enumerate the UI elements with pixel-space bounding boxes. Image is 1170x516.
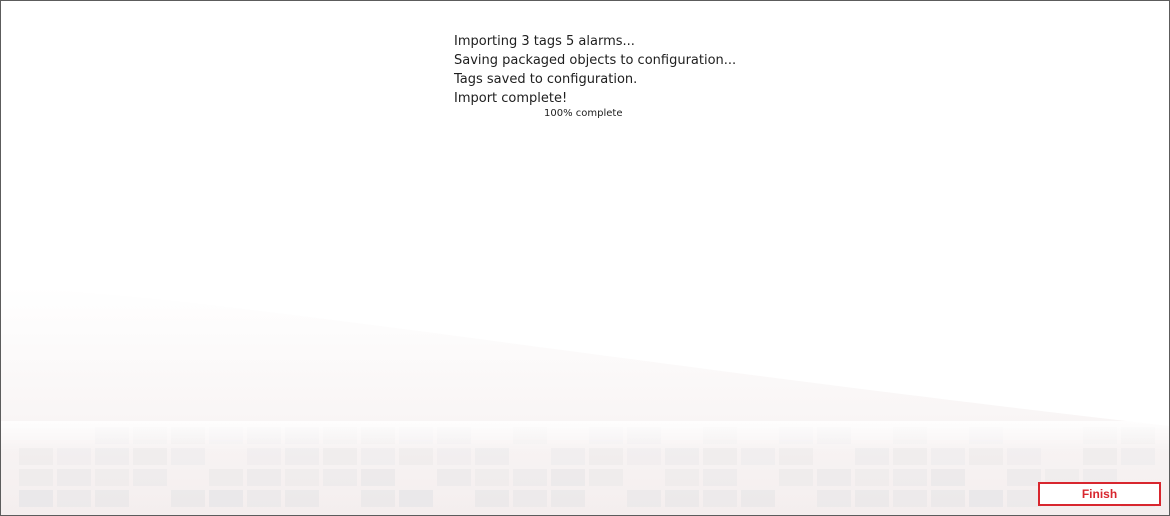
background-tile [703, 469, 737, 486]
background-tile [513, 469, 547, 486]
background-tile [209, 490, 243, 507]
background-tile [551, 490, 585, 507]
background-tile [95, 469, 129, 486]
background-tile [551, 469, 585, 486]
background-tile [323, 469, 357, 486]
background-tile [437, 469, 471, 486]
background-tile [779, 469, 813, 486]
background-tile [703, 490, 737, 507]
background-tile [627, 490, 661, 507]
status-line-saving: Saving packaged objects to configuration… [454, 53, 737, 68]
background-tile [855, 469, 889, 486]
finish-button[interactable]: Finish [1038, 482, 1161, 506]
background-tile [361, 490, 395, 507]
tile-fade-overlay [1, 421, 1169, 451]
background-tile [817, 469, 851, 486]
background-tile [969, 490, 1003, 507]
background-tile [247, 469, 281, 486]
background-tile [285, 469, 319, 486]
background-tile [57, 469, 91, 486]
import-dialog: Importing 3 tags 5 alarms... Saving pack… [0, 0, 1170, 516]
background-tile [665, 490, 699, 507]
background-tile [893, 469, 927, 486]
background-tile [285, 490, 319, 507]
background-tile [95, 490, 129, 507]
background-tile [931, 469, 965, 486]
background-tile [589, 469, 623, 486]
background-tile [133, 469, 167, 486]
background-tile [19, 469, 53, 486]
status-line-import-complete: Import complete! [454, 91, 568, 106]
status-line-tags-saved: Tags saved to configuration. [454, 72, 638, 87]
background-tile [171, 490, 205, 507]
background-tile [209, 469, 243, 486]
background-tile [361, 469, 395, 486]
background-tile [665, 469, 699, 486]
background-tile [475, 490, 509, 507]
background-tile [855, 490, 889, 507]
background-tile [57, 490, 91, 507]
background-tile [817, 490, 851, 507]
background-tile [1007, 469, 1041, 486]
progress-text: 100% complete [544, 108, 623, 119]
background-tiles [1, 421, 1169, 507]
status-line-importing: Importing 3 tags 5 alarms... [454, 34, 635, 49]
background-tile [893, 490, 927, 507]
background-tile [475, 469, 509, 486]
background-tile [19, 490, 53, 507]
background-tile [513, 490, 547, 507]
background-tile [1007, 490, 1041, 507]
background-tile [247, 490, 281, 507]
background-tile [399, 490, 433, 507]
background-tile [741, 490, 775, 507]
background-tile [931, 490, 965, 507]
import-log: Importing 3 tags 5 alarms... Saving pack… [454, 32, 736, 108]
